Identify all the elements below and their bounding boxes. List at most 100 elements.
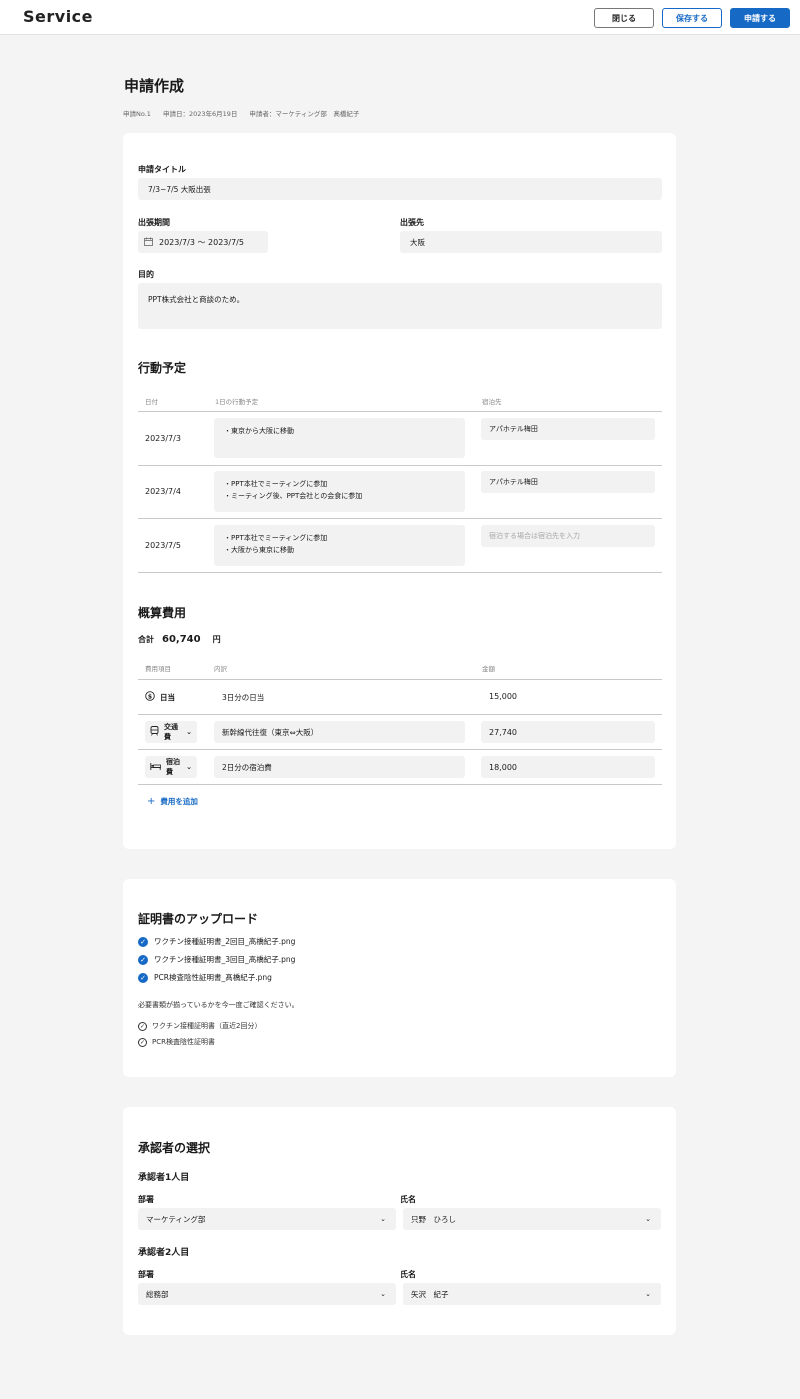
expense-item-label: 宿泊費 xyxy=(166,758,180,776)
expense-detail-input[interactable]: 2日分の宿泊費 xyxy=(214,756,465,778)
period-value: 2023/7/3 ～ 2023/7/5 xyxy=(159,237,244,247)
add-expense-button[interactable]: + 費用を追加 xyxy=(147,796,198,807)
expense-item-select[interactable]: 宿泊費 ⌄ xyxy=(145,756,197,778)
approver-1-department-select[interactable]: マーケティング部 ⌄ xyxy=(138,1208,396,1230)
page-title: 申請作成 xyxy=(124,77,185,95)
chevron-down-icon: ⌄ xyxy=(645,1290,651,1298)
expense-header-item: 費用項目 xyxy=(145,665,171,673)
expense-amount-input[interactable]: 18,000 xyxy=(481,756,655,778)
expense-detail: 3日分の日当 xyxy=(222,693,265,702)
train-icon xyxy=(150,726,159,738)
selected-value: 只野 ひろし xyxy=(411,1214,456,1224)
divider xyxy=(138,679,662,680)
plan-line: ・東京から大阪に移動 xyxy=(224,427,294,435)
schedule-plan-input[interactable]: ・PPT本社でミーティングに参加 ・ミーティング後、PPT会社との会食に参加 xyxy=(214,471,465,512)
file-name: ワクチン接種証明書_2回目_髙橋紀子.png xyxy=(154,937,296,946)
selected-value: 矢沢 紀子 xyxy=(411,1289,449,1299)
expense-item-label: 交通費 xyxy=(164,723,178,741)
upload-card: 証明書のアップロード ✓ ワクチン接種証明書_2回目_髙橋紀子.png ✓ ワク… xyxy=(123,879,676,1077)
schedule-header-date: 日付 xyxy=(145,398,158,406)
divider xyxy=(138,784,662,785)
chevron-down-icon: ⌄ xyxy=(380,1215,386,1223)
approver-2-heading: 承認者2人目 xyxy=(138,1248,190,1258)
check-circle-icon: ✓ xyxy=(138,936,148,947)
name-label: 氏名 xyxy=(400,1195,416,1204)
upload-note: 必要書類が揃っているかを今一度ご確認ください。 xyxy=(138,1001,299,1009)
period-input[interactable]: 2023/7/3 ～ 2023/7/5 xyxy=(138,231,268,253)
divider xyxy=(138,572,662,573)
approver-1-heading: 承認者1人目 xyxy=(138,1173,190,1183)
purpose-label: 目的 xyxy=(138,270,154,279)
add-expense-label: 費用を追加 xyxy=(160,797,198,806)
upload-title: 証明書のアップロード xyxy=(138,912,259,926)
application-date: 申請日：2023年6月19日 xyxy=(162,110,238,118)
expense-item-label: 日当 xyxy=(160,692,175,702)
schedule-header-lodging: 宿泊先 xyxy=(482,398,502,406)
required-document-label: PCR検査陰性証明書 xyxy=(152,1038,215,1046)
app-header: Service 閉じる 保存する 申請する xyxy=(0,0,800,35)
purpose-textarea[interactable]: PPT株式会社と商談のため。 xyxy=(138,283,662,329)
bed-icon xyxy=(150,762,161,773)
required-document: ✓ PCR検査陰性証明書 xyxy=(138,1037,215,1047)
expense-detail-input[interactable]: 新幹線代往復（東京⇔大阪） xyxy=(214,721,465,743)
expense-item: $ 日当 xyxy=(145,690,175,704)
application-number: 申請No.1 xyxy=(123,110,151,118)
file-name: PCR検査陰性証明書_髙橋紀子.png xyxy=(154,973,272,982)
schedule-header-plan: 1日の行動予定 xyxy=(215,398,259,406)
schedule-title: 行動予定 xyxy=(138,361,187,375)
plan-line: ・大阪から東京に移動 xyxy=(224,546,294,554)
plan-line: ・PPT本社でミーティングに参加 xyxy=(224,480,328,488)
save-button[interactable]: 保存する xyxy=(662,8,722,28)
expense-amount-input[interactable]: 27,740 xyxy=(481,721,655,743)
approver-2-name-select[interactable]: 矢沢 紀子 ⌄ xyxy=(403,1283,661,1305)
department-label: 部署 xyxy=(138,1195,154,1204)
check-outline-icon: ✓ xyxy=(138,1021,147,1031)
coin-icon: $ xyxy=(145,691,155,703)
divider xyxy=(138,714,662,715)
divider xyxy=(138,749,662,750)
approver-1-name-select[interactable]: 只野 ひろし ⌄ xyxy=(403,1208,661,1230)
chevron-down-icon: ⌄ xyxy=(645,1215,651,1223)
application-meta: 申請No.1 申請日：2023年6月19日 申請者：マーケティング部 髙橋紀子 xyxy=(123,108,359,118)
schedule-plan-input[interactable]: ・PPT本社でミーティングに参加 ・大阪から東京に移動 xyxy=(214,525,465,566)
plan-line: ・ミーティング後、PPT会社との会食に参加 xyxy=(224,492,363,500)
title-input[interactable]: 7/3~7/5 大阪出張 xyxy=(138,178,662,200)
selected-value: 総務部 xyxy=(146,1289,169,1299)
calendar-icon xyxy=(144,237,153,248)
schedule-plan-input[interactable]: ・東京から大阪に移動 xyxy=(214,418,465,458)
schedule-date: 2023/7/4 xyxy=(145,487,181,496)
expense-header-detail: 内訳 xyxy=(214,665,227,673)
approvers-title: 承認者の選択 xyxy=(138,1141,211,1155)
plan-line: ・PPT本社でミーティングに参加 xyxy=(224,534,328,542)
schedule-date: 2023/7/3 xyxy=(145,434,181,443)
close-button[interactable]: 閉じる xyxy=(594,8,654,28)
check-circle-icon: ✓ xyxy=(138,954,148,965)
submit-button[interactable]: 申請する xyxy=(730,8,790,28)
expenses-total: 合計 60,740 円 xyxy=(138,634,221,645)
required-document: ✓ ワクチン接種証明書（直近2回分） xyxy=(138,1021,261,1031)
lodging-input[interactable]: アパホテル梅田 xyxy=(481,418,655,440)
divider xyxy=(138,411,662,412)
uploaded-file[interactable]: ✓ ワクチン接種証明書_2回目_髙橋紀子.png xyxy=(138,936,295,947)
destination-input[interactable]: 大阪 xyxy=(400,231,662,253)
expenses-title: 概算費用 xyxy=(138,606,187,620)
plus-icon: + xyxy=(147,796,156,807)
check-outline-icon: ✓ xyxy=(138,1037,147,1047)
uploaded-file[interactable]: ✓ PCR検査陰性証明書_髙橋紀子.png xyxy=(138,972,272,983)
uploaded-file[interactable]: ✓ ワクチン接種証明書_3回目_髙橋紀子.png xyxy=(138,954,295,965)
svg-text:$: $ xyxy=(148,693,152,700)
lodging-input[interactable]: アパホテル梅田 xyxy=(481,471,655,493)
applicant: 申請者：マーケティング部 髙橋紀子 xyxy=(249,110,360,118)
approver-2-department-select[interactable]: 総務部 ⌄ xyxy=(138,1283,396,1305)
expense-header-amount: 金額 xyxy=(482,665,495,673)
approvers-card: 承認者の選択 承認者1人目 部署 マーケティング部 ⌄ 氏名 只野 ひろし ⌄ … xyxy=(123,1107,676,1335)
total-label: 合計 xyxy=(138,635,154,644)
application-form-card: 申請タイトル 7/3~7/5 大阪出張 出張期間 2023/7/3 ～ 2023… xyxy=(123,133,676,849)
file-name: ワクチン接種証明書_3回目_髙橋紀子.png xyxy=(154,955,296,964)
chevron-down-icon: ⌄ xyxy=(186,763,192,771)
divider xyxy=(138,518,662,519)
expense-item-select[interactable]: 交通費 ⌄ xyxy=(145,721,197,743)
check-circle-icon: ✓ xyxy=(138,972,148,983)
destination-label: 出張先 xyxy=(400,218,424,227)
lodging-input[interactable]: 宿泊する場合は宿泊先を入力 xyxy=(481,525,655,547)
